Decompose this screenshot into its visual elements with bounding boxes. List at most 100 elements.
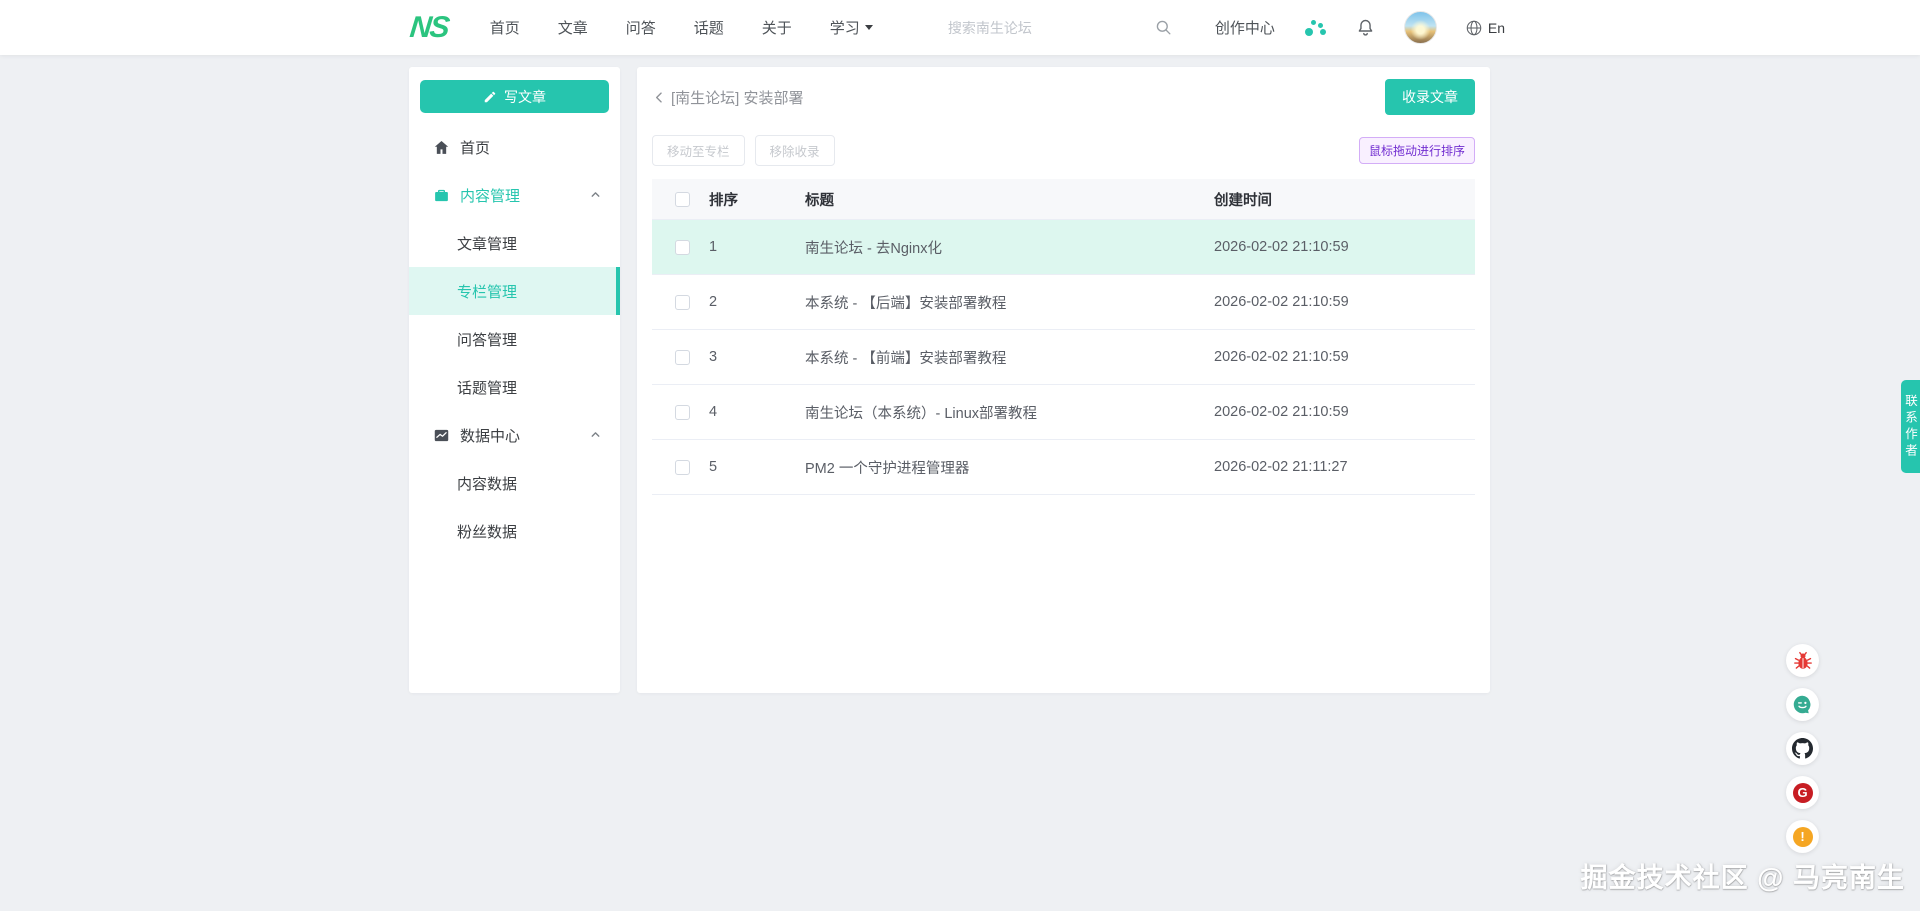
table-row[interactable]: 1 南生论坛 - 去Nginx化 2026-02-02 21:10:59 <box>652 220 1475 275</box>
table-row[interactable]: 5 PM2 一个守护进程管理器 2026-02-02 21:11:27 <box>652 440 1475 495</box>
sidebar-group-label: 数据中心 <box>460 425 520 446</box>
drag-sort-hint-tag: 鼠标拖动进行排序 <box>1359 137 1475 164</box>
back-chevron-icon <box>652 90 667 105</box>
sidebar-item-column-management[interactable]: 专栏管理 <box>409 267 620 315</box>
row-title: 本系统 - 【前端】安装部署教程 <box>805 347 1214 368</box>
sidebar-item-article-management[interactable]: 文章管理 <box>409 219 620 267</box>
select-all-checkbox[interactable] <box>675 192 690 207</box>
gitee-icon[interactable]: G <box>1786 776 1819 809</box>
site-logo[interactable]: NS <box>408 11 449 45</box>
row-checkbox[interactable] <box>675 405 690 420</box>
sidebar-item-home[interactable]: 首页 <box>409 123 620 171</box>
row-checkbox[interactable] <box>675 240 690 255</box>
collect-article-button[interactable]: 收录文章 <box>1385 79 1475 115</box>
creator-center-link[interactable]: 创作中心 <box>1215 17 1275 38</box>
column-detail-panel: [南生论坛] 安装部署 收录文章 移动至专栏 移除收录 鼠标拖动进行排序 排序 … <box>637 67 1490 693</box>
write-article-button[interactable]: 写文章 <box>420 80 609 113</box>
notifications-bell-icon[interactable] <box>1355 17 1376 38</box>
globe-icon <box>1465 19 1483 37</box>
row-checkbox[interactable] <box>675 460 690 475</box>
navbar-left: NS 首页 文章 问答 话题 关于 学习 <box>410 11 873 45</box>
user-avatar[interactable] <box>1404 11 1437 44</box>
sidebar-item-fans-data[interactable]: 粉丝数据 <box>409 507 620 555</box>
row-created: 2026-02-02 21:10:59 <box>1214 349 1475 365</box>
chevron-down-icon <box>865 25 873 30</box>
sidebar-item-label: 内容数据 <box>457 473 517 494</box>
contact-author-tab[interactable]: 联系作者 <box>1901 380 1920 473</box>
nav-item-home[interactable]: 首页 <box>490 17 520 38</box>
row-title: 南生论坛（本系统）- Linux部署教程 <box>805 402 1214 423</box>
column-header-order: 排序 <box>709 189 805 210</box>
nav-item-learn-label: 学习 <box>830 17 860 38</box>
briefcase-icon <box>433 187 450 204</box>
row-checkbox[interactable] <box>675 295 690 310</box>
warning-mark: ! <box>1793 827 1813 847</box>
column-header-created: 创建时间 <box>1214 189 1475 210</box>
row-created: 2026-02-02 21:10:59 <box>1214 294 1475 310</box>
watermark: 掘金技术社区 @ 马亮南生 <box>1581 856 1905 895</box>
row-title: PM2 一个守护进程管理器 <box>805 457 1214 478</box>
nav-item-learn[interactable]: 学习 <box>830 17 873 38</box>
write-article-label: 写文章 <box>504 87 546 107</box>
toolbar-buttons: 移动至专栏 移除收录 <box>652 135 835 166</box>
row-created: 2026-02-02 21:11:27 <box>1214 459 1475 475</box>
bug-icon[interactable] <box>1786 644 1819 677</box>
row-order: 3 <box>709 349 805 365</box>
row-title: 本系统 - 【后端】安装部署教程 <box>805 292 1214 313</box>
breadcrumb-label: [南生论坛] 安装部署 <box>671 87 804 108</box>
row-order: 2 <box>709 294 805 310</box>
nav-item-topics[interactable]: 话题 <box>694 17 724 38</box>
row-order: 1 <box>709 239 805 255</box>
remove-collect-button[interactable]: 移除收录 <box>755 135 835 166</box>
table-row[interactable]: 4 南生论坛（本系统）- Linux部署教程 2026-02-02 21:10:… <box>652 385 1475 440</box>
search-box <box>948 18 1173 37</box>
move-to-column-button[interactable]: 移动至专栏 <box>652 135 745 166</box>
row-order: 5 <box>709 459 805 475</box>
sidebar-item-qa-management[interactable]: 问答管理 <box>409 315 620 363</box>
sidebar-item-content-data[interactable]: 内容数据 <box>409 459 620 507</box>
row-created: 2026-02-02 21:10:59 <box>1214 404 1475 420</box>
sidebar: 写文章 首页 内容管理 文章管理 专栏管理 问答管理 话题管理 数据中心 <box>409 67 620 693</box>
top-navbar: NS 首页 文章 问答 话题 关于 学习 创作中心 <box>0 0 1920 55</box>
chevron-up-icon[interactable] <box>589 188 602 201</box>
panel-header: [南生论坛] 安装部署 收录文章 <box>652 67 1475 125</box>
row-title: 南生论坛 - 去Nginx化 <box>805 237 1214 258</box>
github-icon[interactable] <box>1786 732 1819 765</box>
sidebar-item-label: 首页 <box>460 137 490 158</box>
chevron-up-icon[interactable] <box>589 428 602 441</box>
warning-icon[interactable]: ! <box>1786 820 1819 853</box>
sidebar-item-topic-management[interactable]: 话题管理 <box>409 363 620 411</box>
home-icon <box>433 139 450 156</box>
breadcrumb[interactable]: [南生论坛] 安装部署 <box>652 87 804 108</box>
smiley-chat-icon[interactable] <box>1786 688 1819 721</box>
sidebar-group-content-management[interactable]: 内容管理 <box>409 171 620 219</box>
sidebar-item-label: 问答管理 <box>457 329 517 350</box>
chart-icon <box>433 427 450 444</box>
nav-item-qa[interactable]: 问答 <box>626 17 656 38</box>
articles-table: 排序 标题 创建时间 1 南生论坛 - 去Nginx化 2026-02-02 2… <box>652 179 1475 495</box>
table-row[interactable]: 3 本系统 - 【前端】安装部署教程 2026-02-02 21:10:59 <box>652 330 1475 385</box>
row-checkbox[interactable] <box>675 350 690 365</box>
navbar-right: 创作中心 En <box>948 11 1505 44</box>
table-header-row: 排序 标题 创建时间 <box>652 179 1475 220</box>
nav-item-articles[interactable]: 文章 <box>558 17 588 38</box>
language-switcher[interactable]: En <box>1465 19 1505 37</box>
sidebar-item-label: 文章管理 <box>457 233 517 254</box>
search-icon[interactable] <box>1154 18 1173 37</box>
sidebar-item-label: 专栏管理 <box>457 281 517 302</box>
language-label: En <box>1488 20 1505 36</box>
table-row[interactable]: 2 本系统 - 【后端】安装部署教程 2026-02-02 21:10:59 <box>652 275 1475 330</box>
row-created: 2026-02-02 21:10:59 <box>1214 239 1475 255</box>
search-input[interactable] <box>948 20 1118 36</box>
gitee-letter: G <box>1793 783 1813 803</box>
nav-item-about[interactable]: 关于 <box>762 17 792 38</box>
pencil-icon <box>483 90 497 104</box>
toolbar: 移动至专栏 移除收录 鼠标拖动进行排序 <box>652 135 1475 166</box>
sidebar-item-label: 话题管理 <box>457 377 517 398</box>
sidebar-group-data-center[interactable]: 数据中心 <box>409 411 620 459</box>
row-order: 4 <box>709 404 805 420</box>
sidebar-item-label: 粉丝数据 <box>457 521 517 542</box>
apps-dots-icon[interactable] <box>1303 17 1327 39</box>
column-header-title: 标题 <box>805 189 1214 210</box>
sidebar-group-label: 内容管理 <box>460 185 520 206</box>
